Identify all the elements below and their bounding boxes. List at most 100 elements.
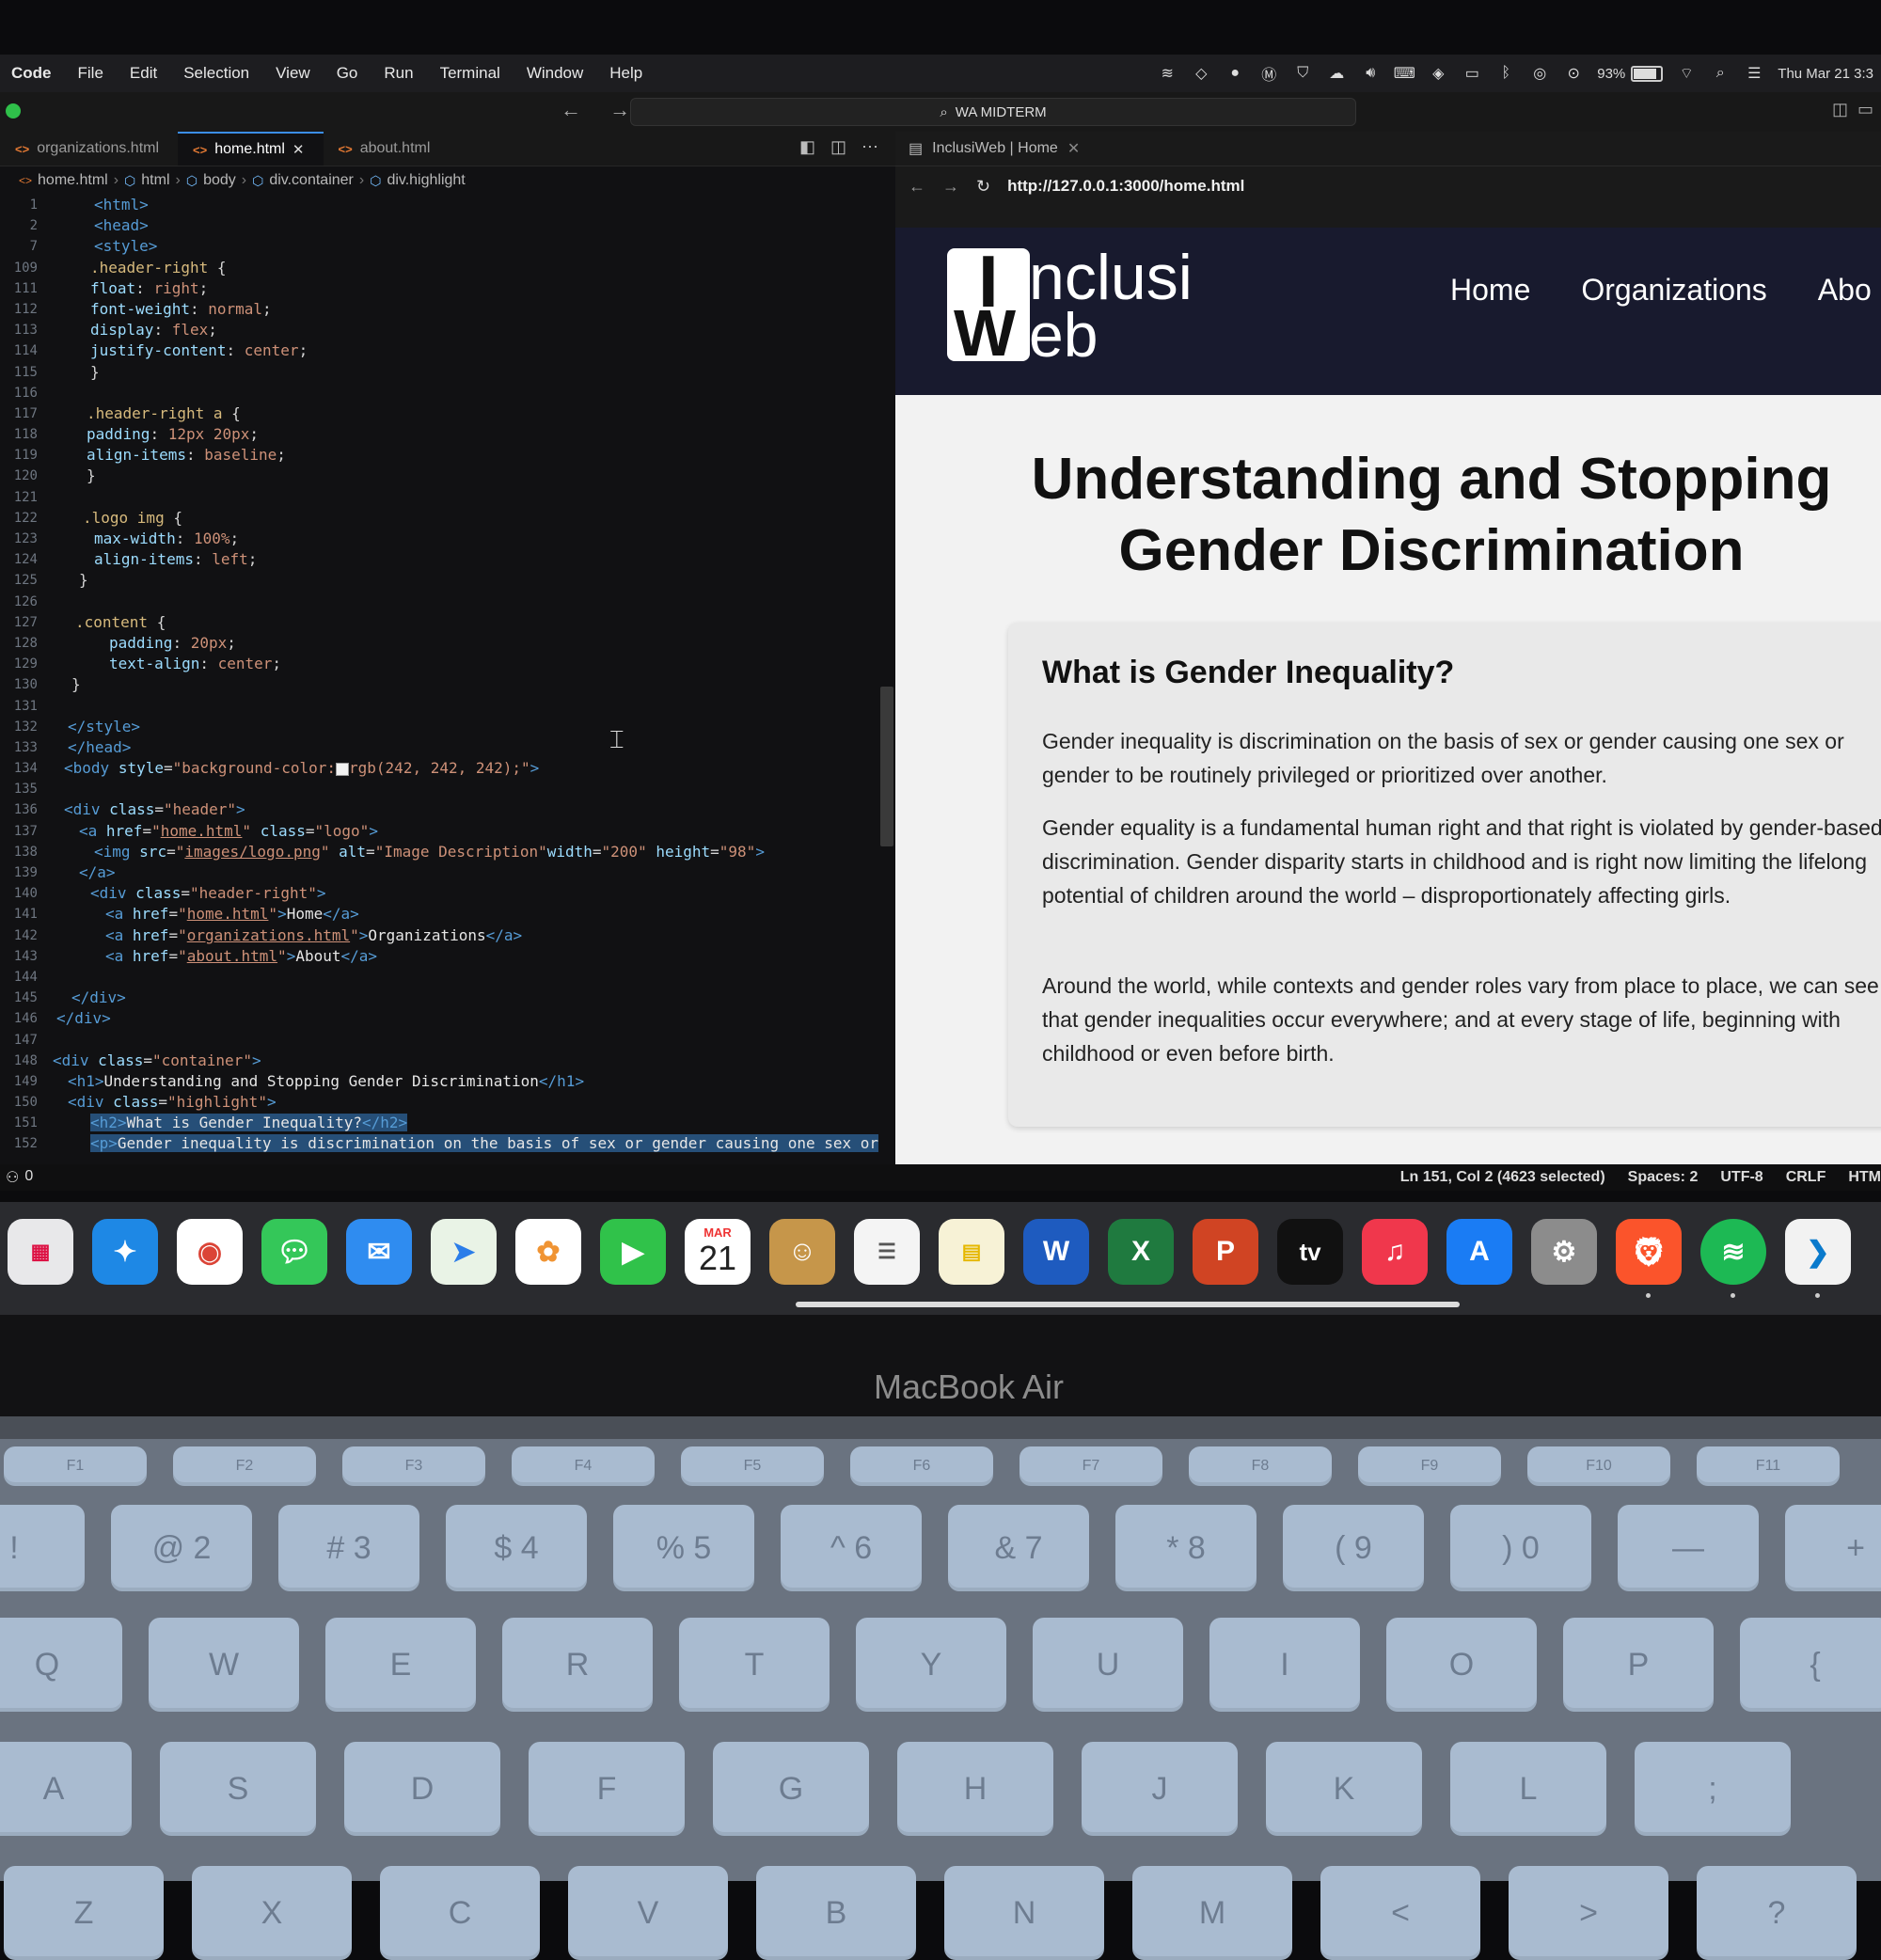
line-number[interactable]: 123	[0, 529, 38, 549]
line-number[interactable]: 112	[0, 299, 38, 320]
vscode-icon[interactable]: ❯	[1785, 1219, 1851, 1298]
letter-key[interactable]: G	[713, 1742, 869, 1836]
function-key[interactable]: F5	[681, 1446, 824, 1486]
code-line[interactable]: 115}	[0, 362, 895, 383]
function-key[interactable]: F7	[1020, 1446, 1162, 1486]
letter-key[interactable]: L	[1450, 1742, 1606, 1836]
broadcast-icon[interactable]: ⚇	[6, 1168, 19, 1187]
line-number[interactable]: 145	[0, 988, 38, 1008]
line-number[interactable]: 151	[0, 1113, 38, 1133]
number-key[interactable]: ^ 6	[781, 1505, 922, 1591]
number-key[interactable]: ) 0	[1450, 1505, 1591, 1591]
line-number[interactable]: 148	[0, 1051, 38, 1071]
code-line[interactable]: 135	[0, 779, 895, 799]
code-line[interactable]: 148 <div class="container">	[0, 1051, 895, 1071]
window-zoom-button[interactable]	[6, 103, 21, 119]
breadcrumb-item[interactable]: body	[203, 172, 236, 189]
menu-selection[interactable]: Selection	[170, 64, 262, 83]
line-number[interactable]: 147	[0, 1030, 38, 1051]
code-line[interactable]: 123 max-width: 100%;	[0, 529, 895, 549]
menu-file[interactable]: File	[65, 64, 117, 83]
line-number[interactable]: 129	[0, 654, 38, 674]
code-line[interactable]: 137 <a href="home.html" class="logo">	[0, 821, 895, 842]
tab-about-html[interactable]: <> about.html	[324, 132, 450, 166]
code-line[interactable]: 112 font-weight: normal;	[0, 299, 895, 320]
code-line[interactable]: 129 text-align: center;	[0, 654, 895, 674]
line-number[interactable]: 144	[0, 967, 38, 988]
toggle-sidebar-icon[interactable]: ◫	[1832, 100, 1848, 119]
function-key[interactable]: F8	[1189, 1446, 1332, 1486]
line-number[interactable]: 122	[0, 508, 38, 529]
letter-key[interactable]: Q	[0, 1618, 122, 1712]
code-line[interactable]: 120}	[0, 466, 895, 486]
letter-key[interactable]: >	[1509, 1866, 1668, 1960]
code-line[interactable]: 140 <div class="header-right">	[0, 883, 895, 904]
letter-key[interactable]: D	[344, 1742, 500, 1836]
bluetooth-icon[interactable]: ᛒ	[1495, 65, 1516, 82]
code-line[interactable]: 145 </div>	[0, 988, 895, 1008]
editor-scrollbar[interactable]	[880, 687, 893, 846]
letter-key[interactable]: R	[502, 1618, 653, 1712]
code-line[interactable]: 150 <div class="highlight">	[0, 1092, 895, 1113]
line-number[interactable]: 132	[0, 717, 38, 737]
line-number[interactable]: 130	[0, 674, 38, 695]
menu-terminal[interactable]: Terminal	[427, 64, 514, 83]
line-number[interactable]: 118	[0, 424, 38, 445]
number-key[interactable]: ( 9	[1283, 1505, 1424, 1591]
line-number[interactable]: 124	[0, 549, 38, 570]
number-key[interactable]: * 8	[1115, 1505, 1257, 1591]
letter-key[interactable]: P	[1563, 1618, 1714, 1712]
code-line[interactable]: 152 <p>Gender inequality is discriminatio…	[0, 1133, 895, 1154]
number-key[interactable]: $ 4	[446, 1505, 587, 1591]
function-key[interactable]: F9	[1358, 1446, 1501, 1486]
code-line[interactable]: 119 align-items: baseline;	[0, 445, 895, 466]
file-encoding[interactable]: UTF-8	[1720, 1169, 1762, 1186]
keyboard-icon[interactable]: ⌨	[1394, 65, 1415, 82]
line-number[interactable]: 136	[0, 799, 38, 820]
code-line[interactable]: 138 <img src="images/logo.png" alt="Image…	[0, 842, 895, 862]
function-key[interactable]: F11	[1697, 1446, 1840, 1486]
line-number[interactable]: 117	[0, 403, 38, 424]
launchpad-icon[interactable]: ▦	[8, 1219, 73, 1285]
menu-bar-clock[interactable]: Thu Mar 21 3:3	[1778, 66, 1873, 82]
browser-tab[interactable]: ▤ InclusiWeb | Home ✕	[895, 132, 1881, 166]
menu-code[interactable]: Code	[0, 64, 65, 83]
line-number[interactable]: 150	[0, 1092, 38, 1113]
contacts-icon[interactable]: ☺	[769, 1219, 835, 1285]
code-line[interactable]: 149 <h1>Understanding and Stopping Gender…	[0, 1071, 895, 1092]
line-number[interactable]: 142	[0, 925, 38, 946]
line-number[interactable]: 134	[0, 758, 38, 779]
line-number[interactable]: 140	[0, 883, 38, 904]
brave-icon[interactable]: 🦁︎	[1616, 1219, 1682, 1298]
code-line[interactable]: 113 display: flex;	[0, 320, 895, 340]
back-arrow-icon[interactable]: ←	[909, 177, 925, 197]
code-line[interactable]: 1 <html>	[0, 195, 895, 215]
code-line[interactable]: 2 <head>	[0, 215, 895, 236]
letter-key[interactable]: V	[568, 1866, 728, 1960]
line-number[interactable]: 131	[0, 696, 38, 717]
spotify-icon[interactable]: ≋	[1700, 1219, 1766, 1298]
menu-run[interactable]: Run	[371, 64, 426, 83]
split-editor-icon[interactable]: ◫	[830, 137, 846, 157]
letter-key[interactable]: E	[325, 1618, 476, 1712]
dropbox-icon[interactable]: ◇	[1191, 65, 1211, 82]
code-line[interactable]: 111 float: right;	[0, 278, 895, 299]
word-icon[interactable]: W	[1023, 1219, 1089, 1285]
line-number[interactable]: 143	[0, 946, 38, 967]
code-line[interactable]: 117 .header-right a {	[0, 403, 895, 424]
code-line[interactable]: 132 </style>	[0, 717, 895, 737]
letter-key[interactable]: I	[1209, 1618, 1360, 1712]
line-number[interactable]: 7	[0, 236, 38, 257]
function-key[interactable]: F6	[850, 1446, 993, 1486]
maps-icon[interactable]: ➤	[431, 1219, 497, 1285]
letter-key[interactable]: O	[1386, 1618, 1537, 1712]
command-center-search[interactable]: ⌕ WA MIDTERM	[630, 98, 1356, 126]
code-line[interactable]: 128 padding: 20px;	[0, 633, 895, 654]
notes-icon[interactable]: ▤	[939, 1219, 1004, 1285]
photos-icon[interactable]: ✿	[515, 1219, 581, 1285]
letter-key[interactable]: J	[1082, 1742, 1238, 1836]
function-key[interactable]: F3	[342, 1446, 485, 1486]
breadcrumb-item[interactable]: html	[141, 172, 169, 189]
close-tab-icon[interactable]: ✕	[292, 141, 305, 158]
function-key[interactable]: F10	[1527, 1446, 1670, 1486]
